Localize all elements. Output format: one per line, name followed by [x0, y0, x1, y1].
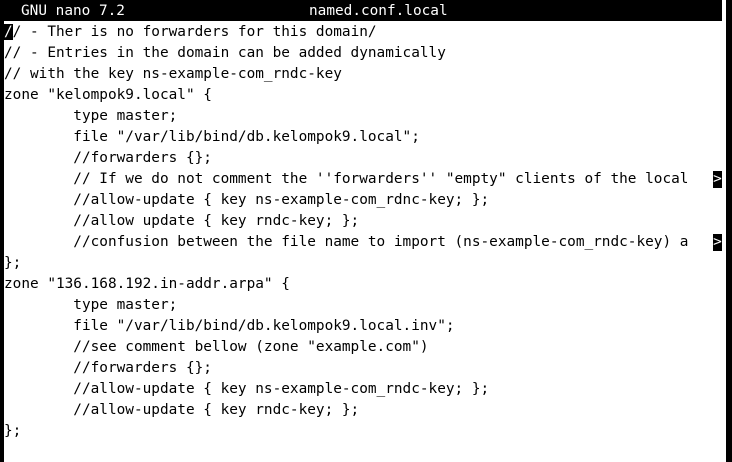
- line-overflow-marker: >: [713, 171, 722, 188]
- line-text: //confusion between the file name to imp…: [4, 234, 689, 250]
- line-text: //forwarders {};: [4, 150, 212, 166]
- editor-line-2[interactable]: // - Entries in the domain can be added …: [4, 43, 722, 64]
- editor-line-19[interactable]: //allow-update { key rndc-key; };: [4, 400, 722, 421]
- nano-title-bar: GNU nano 7.2 named.conf.local: [4, 0, 722, 21]
- editor-line-14[interactable]: type master;: [4, 295, 722, 316]
- line-text: // - Entries in the domain can be added …: [4, 45, 446, 61]
- line-text: };: [4, 255, 22, 271]
- line-text: zone "kelompok9.local" {: [4, 87, 212, 103]
- text-cursor: /: [4, 24, 13, 40]
- editor-area[interactable]: // - Ther is no forwarders for this doma…: [4, 22, 722, 442]
- line-text: //forwarders {};: [4, 360, 212, 376]
- line-text: //allow-update { key ns-example-com_rndc…: [4, 381, 490, 397]
- line-text: type master;: [4, 297, 178, 313]
- editor-line-10[interactable]: //allow update { key rndc-key; };: [4, 211, 722, 232]
- line-text: file "/var/lib/bind/db.kelompok9.local.i…: [4, 318, 455, 334]
- line-text: zone "136.168.192.in-addr.arpa" {: [4, 276, 290, 292]
- file-name: named.conf.local: [309, 3, 448, 19]
- editor-line-5[interactable]: type master;: [4, 106, 722, 127]
- editor-line-15[interactable]: file "/var/lib/bind/db.kelompok9.local.i…: [4, 316, 722, 337]
- window-scrollbar[interactable]: [726, 0, 732, 462]
- line-text: //allow-update { key ns-example-com_rdnc…: [4, 192, 490, 208]
- editor-line-11[interactable]: //confusion between the file name to imp…: [4, 232, 722, 253]
- line-text: };: [4, 423, 22, 439]
- line-text: //allow-update { key rndc-key; };: [4, 402, 360, 418]
- editor-line-13[interactable]: zone "136.168.192.in-addr.arpa" {: [4, 274, 722, 295]
- line-text: // If we do not comment the ''forwarders…: [4, 171, 689, 187]
- editor-line-9[interactable]: //allow-update { key ns-example-com_rdnc…: [4, 190, 722, 211]
- editor-line-12[interactable]: };: [4, 253, 722, 274]
- editor-line-6[interactable]: file "/var/lib/bind/db.kelompok9.local";: [4, 127, 722, 148]
- editor-line-7[interactable]: //forwarders {};: [4, 148, 722, 169]
- line-text: //see comment bellow (zone "example.com"…: [4, 339, 429, 355]
- line-text: //allow update { key rndc-key; };: [4, 213, 360, 229]
- editor-line-20[interactable]: };: [4, 421, 722, 442]
- editor-line-4[interactable]: zone "kelompok9.local" {: [4, 85, 722, 106]
- line-overflow-marker: >: [713, 234, 722, 251]
- line-text: file "/var/lib/bind/db.kelompok9.local";: [4, 129, 420, 145]
- editor-line-8[interactable]: // If we do not comment the ''forwarders…: [4, 169, 722, 190]
- editor-line-1[interactable]: // - Ther is no forwarders for this doma…: [4, 22, 722, 43]
- editor-line-3[interactable]: // with the key ns-example-com_rndc-key: [4, 64, 722, 85]
- terminal-window[interactable]: GNU nano 7.2 named.conf.local // - Ther …: [4, 0, 726, 462]
- app-name: GNU nano 7.2: [21, 3, 125, 19]
- editor-line-16[interactable]: //see comment bellow (zone "example.com"…: [4, 337, 722, 358]
- editor-line-18[interactable]: //allow-update { key ns-example-com_rndc…: [4, 379, 722, 400]
- editor-line-17[interactable]: //forwarders {};: [4, 358, 722, 379]
- line-text: type master;: [4, 108, 178, 124]
- line-text: // with the key ns-example-com_rndc-key: [4, 66, 342, 82]
- line-text: / - Ther is no forwarders for this domai…: [12, 24, 377, 40]
